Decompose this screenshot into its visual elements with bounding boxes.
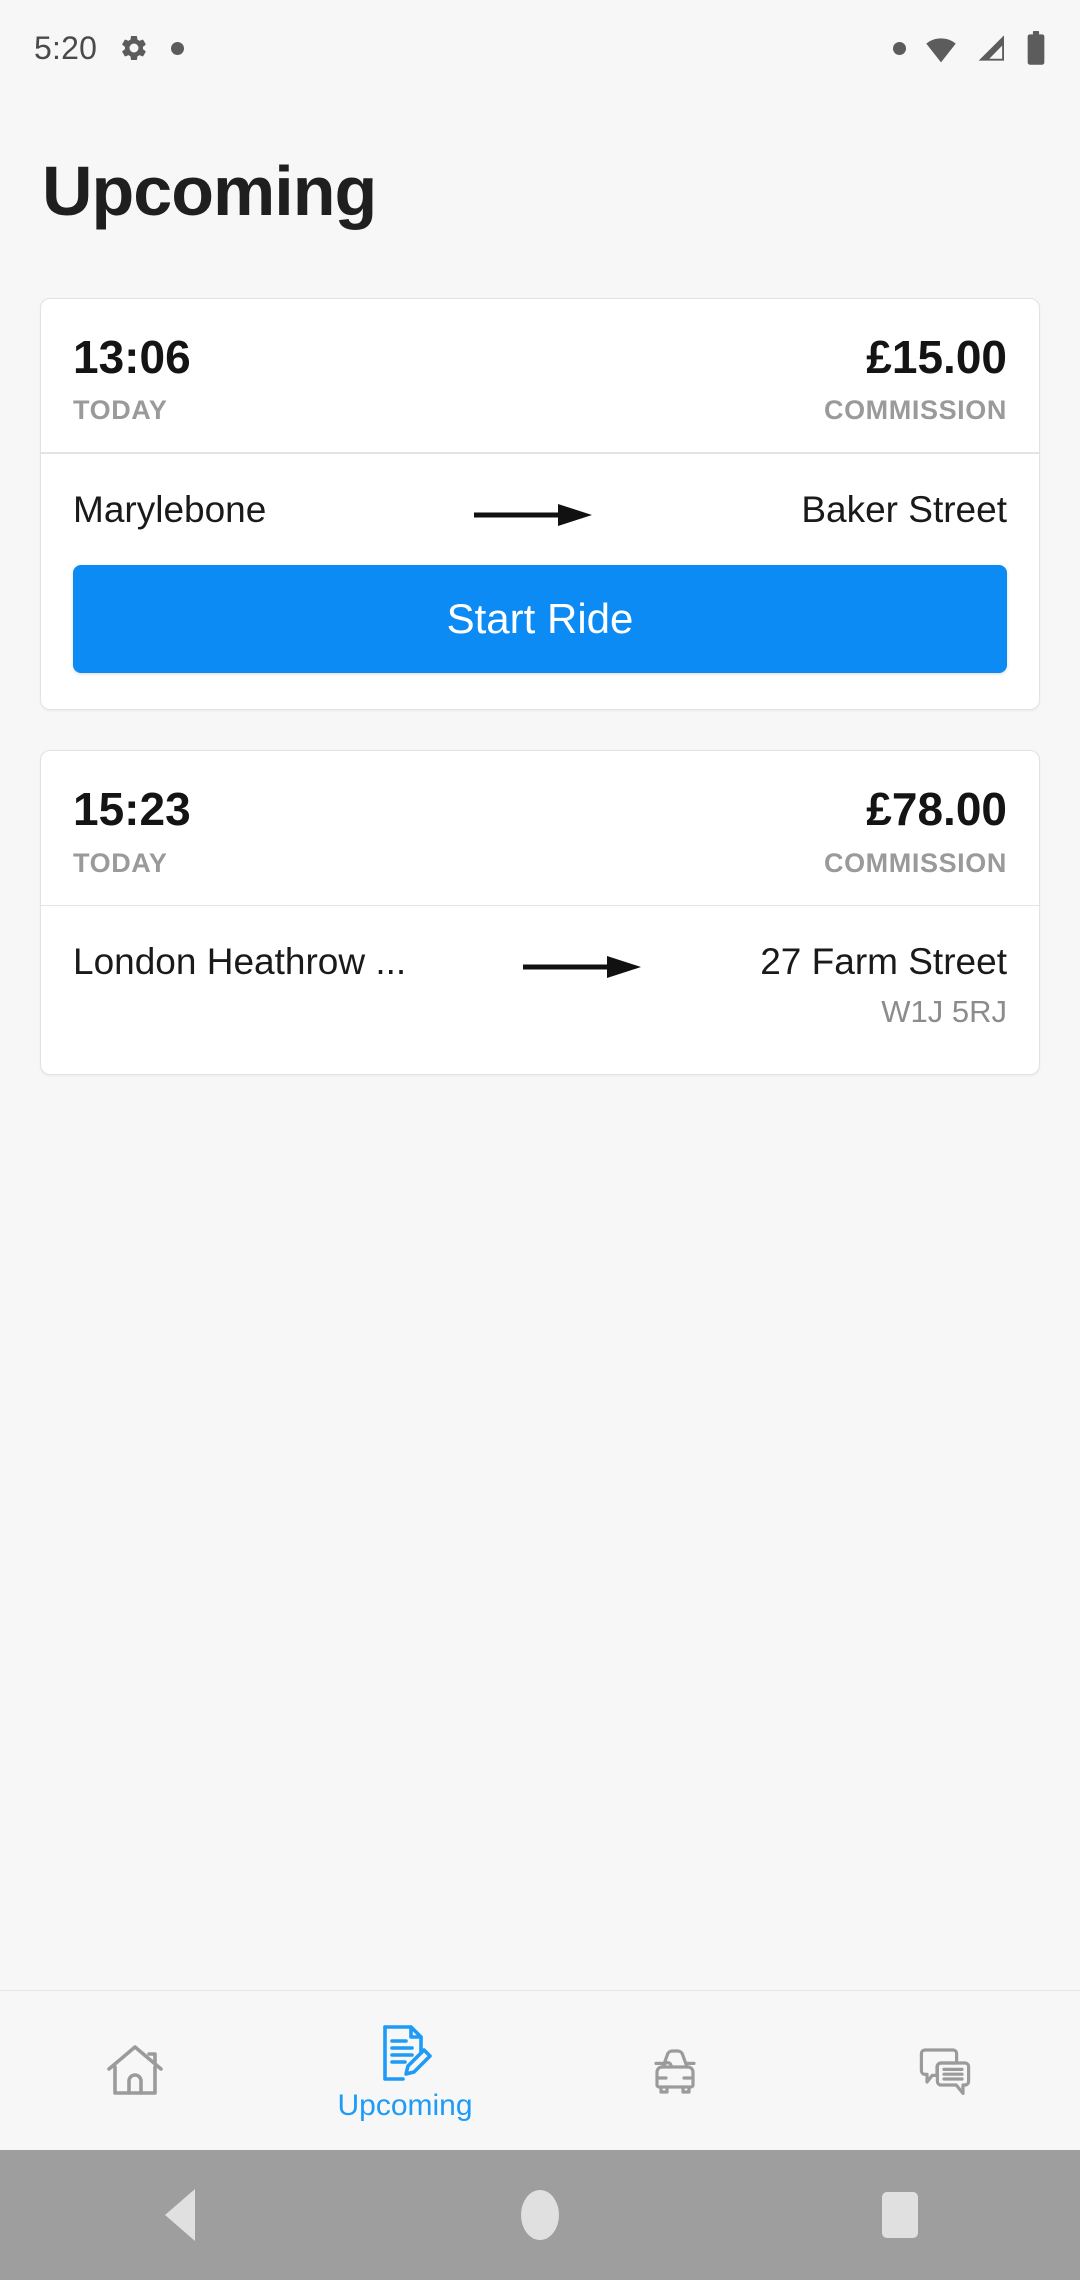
- route-row: London Heathrow ... 27 Farm Street W1J 5…: [73, 940, 1007, 1030]
- gear-icon: [119, 33, 149, 63]
- android-home-button[interactable]: [450, 2150, 630, 2280]
- status-bar: 5:20: [0, 0, 1080, 96]
- ride-amount: £15.00: [866, 331, 1007, 383]
- nav-item-upcoming[interactable]: Upcoming: [270, 1991, 540, 2150]
- ride-card-header: 13:06 TODAY £15.00 COMMISSION: [41, 299, 1039, 452]
- android-recents-button[interactable]: [810, 2150, 990, 2280]
- cellular-signal-icon: [976, 33, 1008, 63]
- ride-amount-label: COMMISSION: [823, 395, 1007, 426]
- document-pencil-icon: [373, 2021, 437, 2085]
- nav-item-messages[interactable]: [810, 1991, 1080, 2150]
- ride-card-body: London Heathrow ... 27 Farm Street W1J 5…: [41, 906, 1039, 1074]
- route-destination-name: Baker Street: [801, 488, 1007, 530]
- ride-amount-label: COMMISSION: [823, 847, 1007, 878]
- android-system-nav: [0, 2150, 1080, 2280]
- route-origin-name: Marylebone: [73, 488, 267, 530]
- car-icon: [643, 2039, 707, 2103]
- nav-item-upcoming-label: Upcoming: [337, 2088, 473, 2122]
- bottom-navigation-bar: Upcoming: [0, 1990, 1080, 2150]
- wifi-icon: [924, 33, 958, 63]
- phone-screen: 5:20 Upcoming 13:06 TODAY £15.00 COMMISS…: [0, 0, 1080, 2280]
- page-title: Upcoming: [42, 152, 377, 230]
- ride-time: 15:23: [73, 783, 191, 836]
- route-origin: Marylebone: [73, 488, 266, 532]
- route-origin-name: London Heathrow ...: [73, 941, 407, 983]
- route-destination: Baker Street: [801, 488, 1007, 532]
- ride-amount-block: £15.00 COMMISSION: [824, 333, 1007, 426]
- home-icon: [103, 2039, 167, 2103]
- nav-item-home[interactable]: [0, 1991, 270, 2150]
- route-arrow-icon: [473, 488, 594, 528]
- ride-amount-block: £78.00 COMMISSION: [824, 785, 1007, 878]
- ride-card-header: 15:23 TODAY £78.00 COMMISSION: [41, 751, 1039, 904]
- route-destination-postcode: W1J 5RJ: [881, 993, 1007, 1029]
- ride-card-body: Marylebone Baker Street Start Ride: [41, 454, 1039, 674]
- status-bar-clock: 5:20: [34, 29, 98, 66]
- card-bottom-spacer: [73, 1030, 1007, 1074]
- route-arrow-icon: [523, 940, 643, 980]
- back-triangle-icon: [165, 2189, 195, 2241]
- status-bar-right: [893, 31, 1046, 65]
- ride-amount: £78.00: [866, 783, 1007, 836]
- ride-day-label: TODAY: [73, 847, 168, 878]
- ride-time-block: 13:06 TODAY: [73, 333, 191, 426]
- route-destination-name: 27 Farm Street: [760, 941, 1007, 983]
- route-destination: 27 Farm Street W1J 5RJ: [760, 940, 1007, 1030]
- android-back-button[interactable]: [90, 2150, 270, 2280]
- route-origin: London Heathrow ...: [73, 940, 406, 984]
- dot-indicator-icon: [893, 41, 906, 55]
- ride-day-label: TODAY: [73, 395, 168, 426]
- ride-time-block: 15:23 TODAY: [73, 785, 191, 878]
- route-row: Marylebone Baker Street: [73, 488, 1007, 532]
- recents-square-icon: [882, 2192, 918, 2238]
- status-bar-left: 5:20: [34, 29, 185, 67]
- nav-item-vehicle[interactable]: [540, 1991, 810, 2150]
- start-ride-button[interactable]: Start Ride: [73, 565, 1007, 674]
- ride-card[interactable]: 15:23 TODAY £78.00 COMMISSION London Hea…: [40, 750, 1040, 1075]
- battery-icon: [1026, 31, 1046, 65]
- chat-bubbles-icon: [913, 2039, 977, 2103]
- dot-indicator-icon: [171, 41, 185, 55]
- ride-card[interactable]: 13:06 TODAY £15.00 COMMISSION Marylebone: [40, 298, 1040, 711]
- upcoming-ride-list: 13:06 TODAY £15.00 COMMISSION Marylebone: [0, 298, 1080, 1075]
- ride-time: 13:06: [73, 331, 191, 383]
- home-circle-icon: [521, 2190, 559, 2240]
